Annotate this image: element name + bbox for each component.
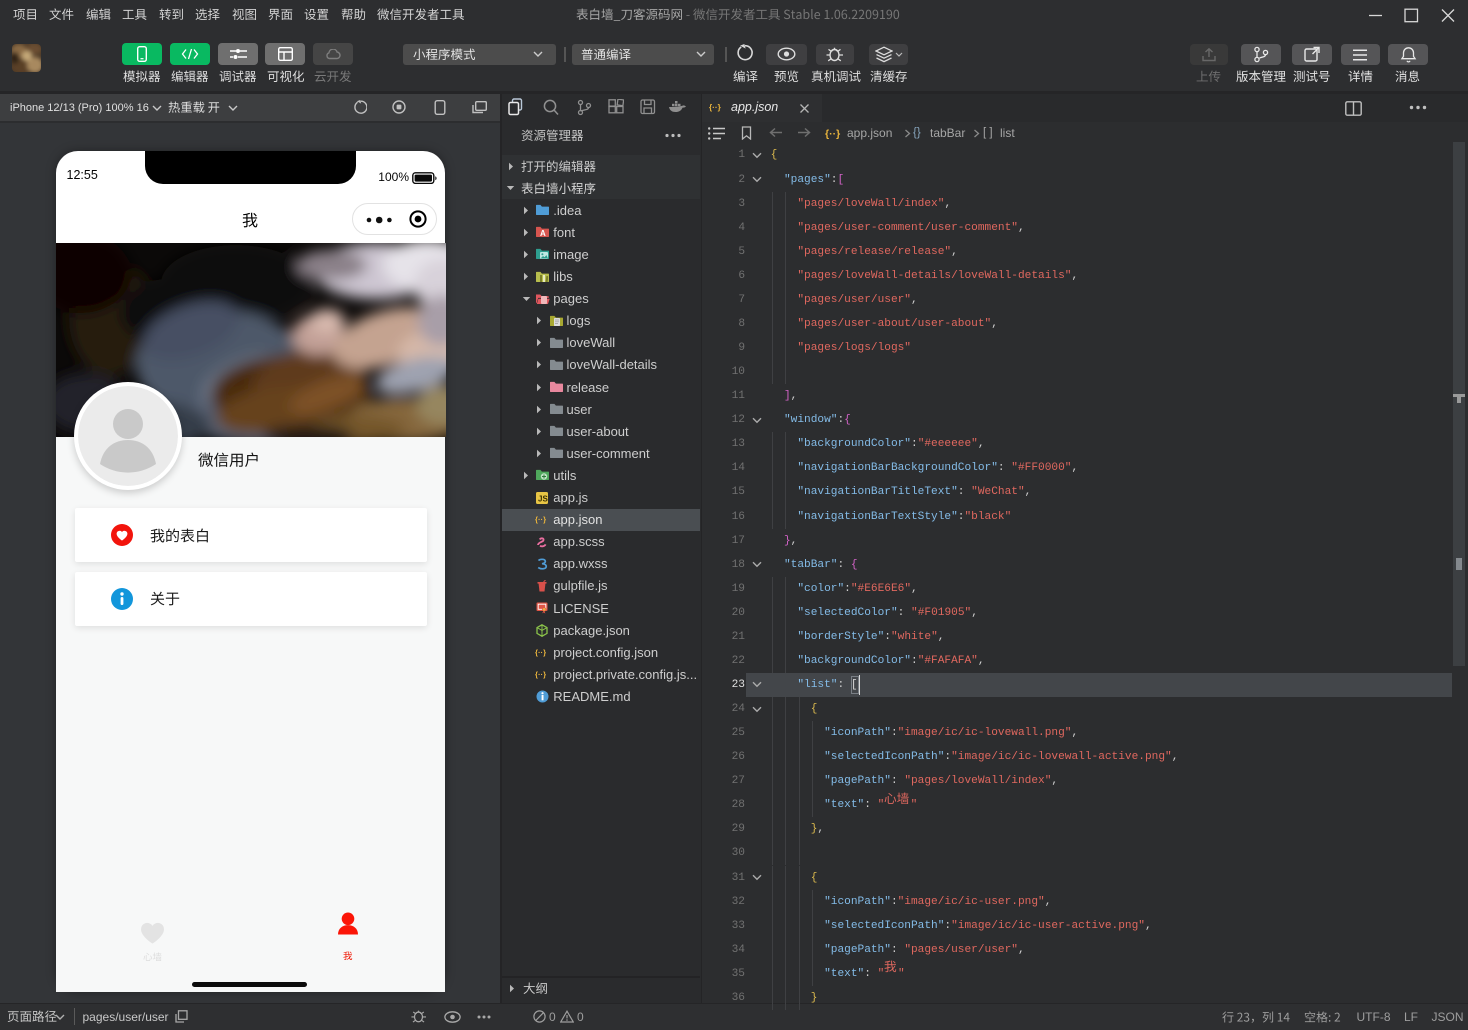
svg-text:{··}: {··} bbox=[535, 648, 546, 657]
svg-text:{··}: {··} bbox=[535, 670, 546, 679]
svg-text:JS: JS bbox=[538, 494, 548, 503]
svg-text:{··}: {··} bbox=[709, 103, 722, 112]
svg-text:{··}: {··} bbox=[825, 128, 840, 140]
svg-text:{··}: {··} bbox=[535, 515, 546, 524]
svg-text:A: A bbox=[540, 229, 546, 237]
